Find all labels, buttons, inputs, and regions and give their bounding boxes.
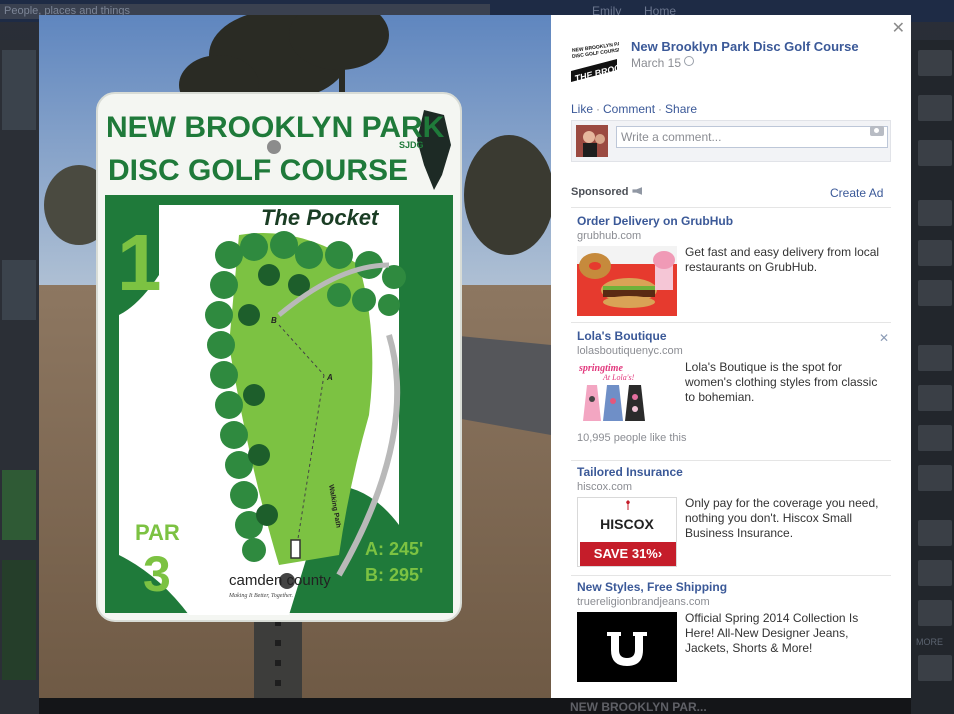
background-thumbnail[interactable] (918, 655, 952, 681)
ad-image[interactable]: springtime At Lola's! (577, 361, 677, 431)
disc-golf-sign-photo: NEW BROOKLYN PARK DISC GOLF COURSE SJDG … (39, 15, 551, 698)
comment-link[interactable]: Comment (603, 102, 655, 116)
hole-name: The Pocket (261, 205, 380, 230)
close-icon[interactable]: ✕ (892, 18, 905, 38)
background-thumbnail[interactable] (918, 200, 952, 226)
post-photo[interactable]: NEW BROOKLYN PARK DISC GOLF COURSE SJDG … (39, 15, 551, 698)
comment-box: Write a comment... (571, 120, 891, 162)
map-label-b: B (271, 316, 277, 325)
background-thumbnail[interactable] (918, 50, 952, 76)
sponsor-name: camden county (229, 572, 331, 589)
background-thumbnail[interactable] (918, 140, 952, 166)
divider (571, 575, 891, 576)
sponsored-label: Sponsored (571, 186, 643, 198)
globe-icon (684, 56, 695, 66)
background-photo-caption: NEW BROOKLYN PAR... (570, 700, 707, 714)
like-link[interactable]: Like (571, 102, 593, 116)
background-block (2, 260, 36, 320)
ad-image[interactable] (577, 612, 677, 682)
background-thumbnail[interactable] (918, 560, 952, 586)
background-thumbnail[interactable] (918, 465, 952, 491)
background-left-column (0, 40, 39, 714)
page-name-link[interactable]: New Brooklyn Park Disc Golf Course (631, 39, 859, 54)
camera-icon[interactable] (870, 126, 884, 136)
ad-true-religion[interactable]: New Styles, Free Shipping truereligionbr… (577, 580, 889, 685)
divider (571, 460, 891, 461)
tee-b-distance: B: 295' (365, 565, 423, 585)
comment-input[interactable]: Write a comment... (616, 126, 888, 148)
ad-text: Official Spring 2014 Collection Is Here!… (685, 611, 859, 655)
ad-image-offer: SAVE 31%› (580, 542, 676, 566)
background-block (2, 470, 36, 540)
ad-likes: 10,995 people like this (577, 432, 687, 444)
photo-side-panel: ✕ NEW BROOKLYN PARK DISC GOLF COURSE THE… (551, 15, 911, 698)
ad-domain: grubhub.com (577, 230, 642, 242)
sign-org: SJDG (399, 140, 424, 150)
ad-domain: truereligionbrandjeans.com (577, 596, 710, 608)
sign-title-2: DISC GOLF COURSE (108, 154, 408, 187)
ad-domain: lolasboutiquenyc.com (577, 345, 683, 357)
divider (571, 207, 891, 208)
ad-text: Only pay for the coverage you need, noth… (685, 496, 879, 540)
ad-text: Lola's Boutique is the spot for women's … (685, 360, 878, 404)
ad-text: Get fast and easy delivery from local re… (685, 245, 880, 274)
horseshoe-logo-icon (577, 612, 677, 682)
post-date[interactable]: March 15 (631, 56, 695, 70)
background-thumbnail[interactable] (918, 425, 952, 451)
ad-lolas-boutique[interactable]: Lola's Boutique ✕ lolasboutiquenyc.com s… (577, 329, 889, 454)
svg-text:At Lola's!: At Lola's! (602, 373, 635, 382)
par-label: PAR (135, 520, 180, 545)
par-value: 3 (143, 546, 171, 602)
page-logo[interactable]: NEW BROOKLYN PARK DISC GOLF COURSE THE B… (569, 37, 619, 87)
divider (571, 322, 891, 323)
megaphone-icon (632, 187, 643, 195)
background-thumbnail[interactable] (918, 280, 952, 306)
avatar[interactable] (576, 125, 608, 157)
ad-domain: hiscox.com (577, 481, 633, 493)
sponsor-tagline: Making It Better, Together. (228, 593, 293, 599)
ad-title[interactable]: New Styles, Free Shipping (577, 580, 727, 594)
background-thumbnail[interactable] (918, 240, 952, 266)
tee-a-distance: A: 245' (365, 539, 423, 559)
map-label-a: A (326, 373, 333, 382)
share-link[interactable]: Share (665, 102, 697, 116)
create-ad-link[interactable]: Create Ad (830, 186, 883, 200)
background-more-link[interactable]: MORE (916, 637, 943, 647)
background-bottom-strip (39, 698, 911, 714)
ad-title[interactable]: Tailored Insurance (577, 465, 683, 479)
background-thumbnail[interactable] (918, 600, 952, 626)
background-block (2, 560, 36, 680)
background-block (2, 50, 36, 130)
ad-image[interactable] (577, 246, 677, 316)
close-icon[interactable]: ✕ (879, 331, 889, 345)
ad-image-brand: HISCOX (600, 516, 654, 532)
background-thumbnail[interactable] (918, 95, 952, 121)
sign-title-1: NEW BROOKLYN PARK (106, 111, 445, 144)
ad-title[interactable]: Lola's Boutique (577, 329, 667, 343)
background-thumbnail[interactable] (918, 385, 952, 411)
ad-image[interactable]: HISCOX SAVE 31%› (577, 497, 677, 567)
post-actions: Like · Comment · Share (571, 102, 698, 116)
ad-title[interactable]: Order Delivery on GrubHub (577, 214, 733, 228)
background-thumbnail[interactable] (918, 520, 952, 546)
ad-hiscox[interactable]: Tailored Insurance hiscox.com HISCOX SAV… (577, 465, 889, 570)
background-thumbnail[interactable] (918, 345, 952, 371)
ad-grubhub[interactable]: Order Delivery on GrubHub grubhub.com Ge… (577, 214, 889, 319)
hole-number: 1 (117, 218, 162, 307)
